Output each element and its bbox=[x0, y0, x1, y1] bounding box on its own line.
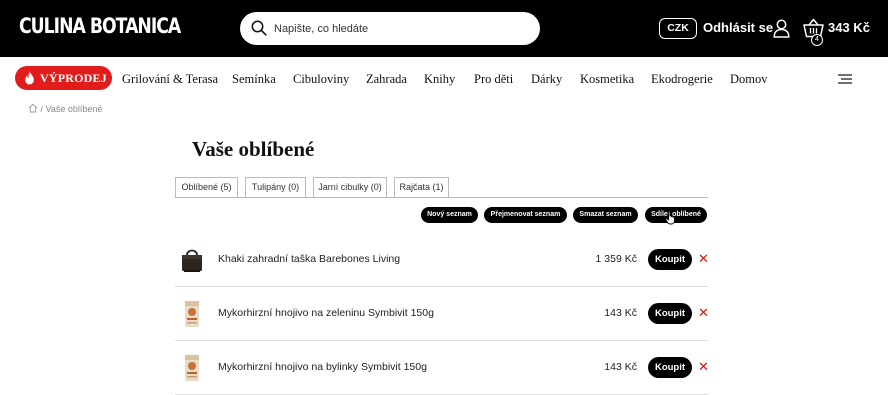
main-nav: VÝPRODEJ Grilování & Terasa Semínka Cibu… bbox=[0, 57, 888, 99]
nav-item-seminka[interactable]: Semínka bbox=[232, 72, 276, 87]
flame-icon bbox=[25, 71, 34, 85]
search-icon bbox=[251, 20, 267, 36]
nav-item-zahrada[interactable]: Zahrada bbox=[366, 72, 407, 87]
remove-icon[interactable]: ✕ bbox=[698, 360, 709, 374]
delete-list-button[interactable]: Smazat seznam bbox=[573, 207, 638, 223]
site-logo[interactable]: CULINA BOTANICA bbox=[19, 14, 181, 38]
user-icon[interactable] bbox=[773, 19, 790, 38]
product-price: 143 Kč bbox=[604, 307, 637, 319]
search-input[interactable] bbox=[274, 19, 524, 39]
nav-item-darky[interactable]: Dárky bbox=[531, 72, 562, 87]
product-price: 143 Kč bbox=[604, 361, 637, 373]
nav-item-grilovani[interactable]: Grilování & Terasa bbox=[122, 72, 218, 87]
nav-item-pro-deti[interactable]: Pro děti bbox=[474, 72, 513, 87]
nav-item-domov[interactable]: Domov bbox=[730, 72, 768, 87]
menu-icon[interactable] bbox=[838, 74, 852, 84]
product-name[interactable]: Khaki zahradní taška Barebones Living bbox=[218, 253, 400, 265]
cart-count-badge: 4 bbox=[811, 34, 823, 46]
home-icon[interactable] bbox=[28, 103, 38, 113]
nav-item-knihy[interactable]: Knihy bbox=[424, 72, 455, 87]
nav-item-ekodrogerie[interactable]: Ekodrogerie bbox=[651, 72, 713, 87]
nav-item-sale[interactable]: VÝPRODEJ bbox=[15, 66, 112, 90]
nav-item-cibuloviny[interactable]: Cibuloviny bbox=[293, 72, 349, 87]
page-title: Vaše oblíbené bbox=[192, 137, 315, 161]
buy-button[interactable]: Koupit bbox=[648, 249, 692, 270]
tab-oblibene[interactable]: Oblíbené (5) bbox=[175, 177, 238, 198]
nav-item-kosmetika[interactable]: Kosmetika bbox=[580, 72, 634, 87]
tab-rajcata[interactable]: Rajčata (1) bbox=[394, 177, 449, 198]
search-box[interactable] bbox=[240, 12, 540, 45]
list-item: Mykorhirzní hnojivo na bylinky Symbivit … bbox=[175, 341, 709, 395]
product-image-fertilizer[interactable] bbox=[179, 300, 205, 328]
hand-cursor-icon bbox=[665, 211, 675, 225]
tab-tulipany[interactable]: Tulipány (0) bbox=[245, 177, 306, 198]
tabs-underline bbox=[175, 197, 708, 198]
buy-button[interactable]: Koupit bbox=[648, 303, 692, 324]
breadcrumb: / Vaše oblíbené bbox=[28, 103, 102, 114]
product-price: 1 359 Kč bbox=[595, 253, 637, 265]
breadcrumb-current: Vaše oblíbené bbox=[45, 104, 103, 114]
product-image-bag[interactable] bbox=[179, 246, 205, 274]
product-image-fertilizer[interactable] bbox=[179, 354, 205, 382]
cart-total[interactable]: 343 Kč bbox=[828, 20, 870, 35]
list-item: Mykorhirzní hnojivo na zeleninu Symbivit… bbox=[175, 287, 709, 341]
buy-button[interactable]: Koupit bbox=[648, 357, 692, 378]
rename-list-button[interactable]: Přejmenovat seznam bbox=[484, 207, 567, 223]
remove-icon[interactable]: ✕ bbox=[698, 306, 709, 320]
list-item: Khaki zahradní taška Barebones Living 1 … bbox=[175, 233, 709, 287]
logout-link[interactable]: Odhlásit se bbox=[703, 20, 773, 35]
tab-jarni-cibulky[interactable]: Jarní cibulky (0) bbox=[313, 177, 387, 198]
product-name[interactable]: Mykorhirzní hnojivo na zeleninu Symbivit… bbox=[218, 307, 434, 319]
currency-selector[interactable]: CZK bbox=[659, 18, 697, 39]
product-name[interactable]: Mykorhirzní hnojivo na bylinky Symbivit … bbox=[218, 361, 427, 373]
top-bar: CULINA BOTANICA CZK Odhlásit se 4 343 Kč bbox=[0, 0, 888, 57]
remove-icon[interactable]: ✕ bbox=[698, 252, 709, 266]
new-list-button[interactable]: Nový seznam bbox=[421, 207, 478, 223]
sale-label: VÝPRODEJ bbox=[40, 71, 107, 85]
